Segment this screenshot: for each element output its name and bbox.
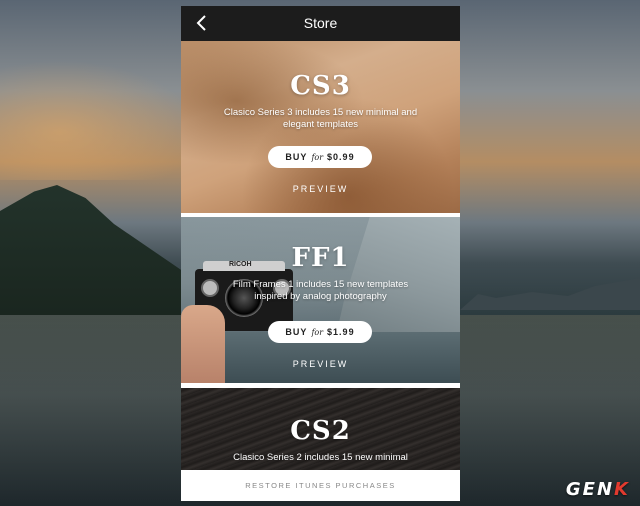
price-label: $0.99 [327, 152, 355, 162]
product-description: Clasico Series 2 includes 15 new minimal [233, 452, 408, 463]
buy-for-label: for [311, 152, 324, 162]
restore-purchases-button[interactable]: RESTORE ITUNES PURCHASES [181, 470, 460, 501]
buy-label: BUY [285, 152, 308, 162]
buy-button-ff1[interactable]: BUY for $1.99 [268, 321, 372, 343]
preview-link-cs3[interactable]: PREVIEW [181, 184, 460, 194]
product-title: CS2 [290, 416, 351, 446]
buy-button-cs3[interactable]: BUY for $0.99 [268, 146, 372, 168]
sunset-glow [0, 60, 200, 180]
watermark-accent: K [614, 479, 630, 500]
watermark-logo: GENK [566, 479, 630, 500]
hand-image [181, 305, 225, 383]
product-description: Film Frames 1 includes 15 new templates … [232, 279, 409, 302]
page-title: Store [303, 15, 338, 31]
product-card-cs3: CS3 Clasico Series 3 includes 15 new min… [181, 41, 460, 213]
navigation-bar: Store [181, 6, 460, 41]
price-label: $1.99 [327, 327, 355, 337]
watermark-text: GEN [565, 479, 615, 500]
product-title: CS3 [290, 71, 351, 101]
product-card-cs2: CS2 Clasico Series 2 includes 15 new min… [181, 388, 460, 470]
background-islands-right [460, 278, 640, 310]
product-description: Clasico Series 3 includes 15 new minimal… [223, 107, 418, 130]
background-mountains-left [0, 185, 190, 315]
product-title: FF1 [291, 243, 350, 273]
preview-link-ff1[interactable]: PREVIEW [181, 359, 460, 369]
store-screen: Store CS3 Clasico Series 3 includes 15 n… [181, 6, 460, 501]
product-card-ff1: RICOH FF1 Film Frames 1 includes 15 new … [181, 217, 460, 383]
camera-dial [201, 279, 219, 297]
buy-for-label: for [311, 327, 324, 337]
buy-label: BUY [285, 327, 308, 337]
